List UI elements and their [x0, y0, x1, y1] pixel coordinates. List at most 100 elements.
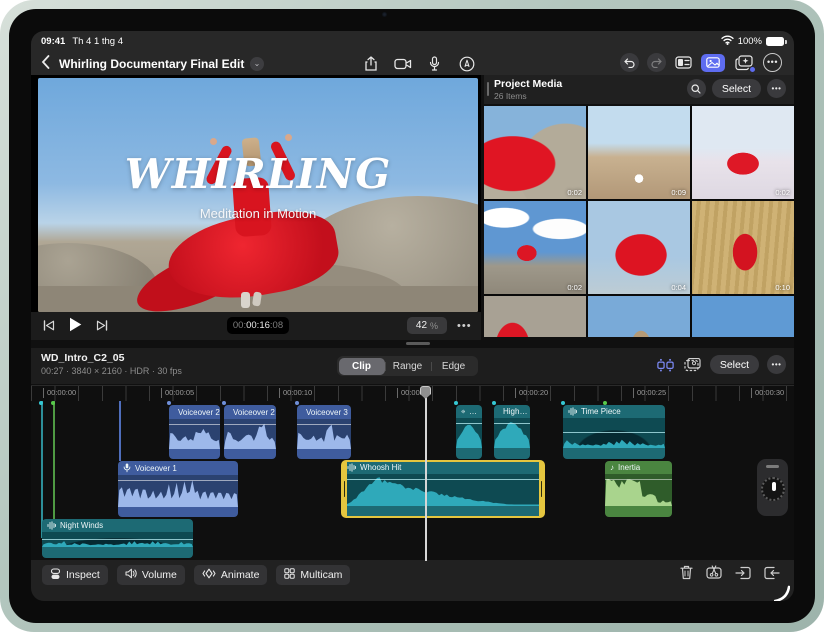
- clip-waveform-area: [494, 418, 530, 448]
- front-camera: [382, 12, 387, 17]
- timeline-clip-voiceover-2[interactable]: Voiceover 2: [169, 405, 220, 459]
- clip-waveform-area: [118, 475, 238, 507]
- media-thumbnail[interactable]: [692, 296, 794, 337]
- timeline-clip-voiceover-2[interactable]: Voiceover 2: [224, 405, 276, 459]
- bottom-toolbar: Inspect Volume Animate Multicam: [31, 560, 794, 601]
- dancer-hand: [210, 138, 217, 145]
- status-bar: 09:41 Th 4 1 thg 4 100%: [31, 31, 794, 51]
- timecode-hours: 00:: [232, 320, 247, 331]
- clip-connection-line: [41, 401, 43, 538]
- ruler-timecode: 00:00:20: [515, 388, 548, 398]
- edit-mode-clip[interactable]: Clip: [338, 357, 385, 375]
- edit-mode-range[interactable]: Range: [384, 358, 431, 375]
- timeline-more-icon[interactable]: •••: [767, 355, 786, 374]
- volume-button[interactable]: Volume: [116, 565, 185, 585]
- more-icon[interactable]: •••: [763, 53, 782, 72]
- timecode-main: 00:16: [246, 320, 270, 331]
- clip-label: Night Winds: [60, 521, 104, 530]
- jog-dial[interactable]: [760, 477, 785, 501]
- panel-resize-handle[interactable]: [406, 342, 430, 345]
- timeline-clip-time-piece[interactable]: Time Piece: [563, 405, 665, 459]
- clip-label: …: [469, 407, 477, 416]
- timecode-display[interactable]: 00: 00:16:08: [227, 317, 289, 334]
- timeline-clip-voiceover-1[interactable]: Voiceover 1: [118, 461, 238, 517]
- viewer-more-icon[interactable]: •••: [457, 320, 472, 332]
- share-icon[interactable]: [361, 54, 380, 73]
- insert-left-icon[interactable]: [735, 566, 751, 585]
- play-button[interactable]: [69, 317, 82, 337]
- split-clip-icon[interactable]: [706, 565, 722, 585]
- jog-pointer: [771, 482, 776, 491]
- skip-forward-icon[interactable]: [96, 318, 108, 336]
- panel-drag-handle[interactable]: [487, 82, 489, 96]
- timeline-ruler[interactable]: 00:00:00 00:00:05 00:00:10 00:00:15 00:00:20…: [31, 386, 794, 401]
- media-thumbnail[interactable]: 0:09: [588, 106, 690, 199]
- media-library-icon[interactable]: [701, 53, 725, 72]
- thumbnail-duration: 0:10: [775, 283, 790, 292]
- clip-waveform-area: [169, 419, 220, 449]
- clip-label: Voiceover 3: [306, 407, 348, 417]
- media-thumbnail[interactable]: [484, 296, 586, 337]
- insert-right-icon[interactable]: [764, 566, 780, 585]
- media-thumbnail[interactable]: 0:02: [484, 106, 586, 199]
- undo-icon[interactable]: [620, 53, 639, 72]
- timeline-clip-high-[interactable]: High…: [494, 405, 530, 459]
- browser-toggle-icon[interactable]: [674, 53, 693, 72]
- timeline-select-button[interactable]: Select: [709, 355, 759, 374]
- toolbar-right-icons: •••: [620, 53, 782, 72]
- bottom-left-buttons: Inspect Volume Animate Multicam: [42, 565, 351, 585]
- timecode-frames: :08: [269, 320, 284, 331]
- playback-bar: 00: 00:16:08 42 % •••: [31, 312, 481, 340]
- thumbnail-view-icon[interactable]: [683, 355, 702, 374]
- edit-mode-segmented-control: Clip Range Edge: [337, 356, 478, 376]
- dancer-leg: [241, 292, 250, 308]
- multicam-button[interactable]: Multicam: [276, 565, 351, 585]
- media-more-icon[interactable]: •••: [767, 79, 786, 98]
- project-title[interactable]: Whirling Documentary Final Edit: [59, 57, 244, 71]
- back-button[interactable]: [41, 55, 50, 72]
- media-thumbnail[interactable]: 0:10: [692, 201, 794, 294]
- video-viewer[interactable]: WHIRLING Meditation in Motion: [38, 78, 478, 312]
- video-subtitle-overlay: Meditation in Motion: [199, 206, 317, 221]
- clip-waveform-area: [42, 532, 193, 547]
- edit-mode-edge[interactable]: Edge: [430, 358, 477, 375]
- effects-icon[interactable]: [733, 53, 755, 72]
- media-thumbnail[interactable]: 0:04: [588, 201, 690, 294]
- media-select-button[interactable]: Select: [711, 79, 761, 98]
- search-icon[interactable]: [686, 79, 706, 98]
- animate-button[interactable]: Animate: [193, 565, 268, 585]
- inspect-button[interactable]: Inspect: [42, 565, 108, 585]
- clip-waveform-area: [456, 418, 482, 448]
- media-panel-header: Project Media 26 Items Select •••: [484, 75, 794, 104]
- timeline-clip-whoosh-hit[interactable]: Whoosh Hit: [341, 460, 545, 518]
- thumbnail-duration: 0:02: [775, 188, 790, 197]
- timeline-clip-inertia[interactable]: ♪ Inertia: [605, 461, 672, 517]
- jog-wheel[interactable]: [757, 459, 788, 516]
- corner-curl-indicator: [774, 585, 790, 601]
- timeline-clip--[interactable]: …: [456, 405, 482, 459]
- timeline-clip-voiceover-3[interactable]: Voiceover 3: [297, 405, 351, 459]
- clip-title-bar: Night Winds: [42, 519, 193, 532]
- media-thumbnail[interactable]: [588, 296, 690, 337]
- clip-waveform-area: [342, 474, 544, 506]
- redo-icon[interactable]: [647, 53, 666, 72]
- trim-handle-left[interactable]: [342, 461, 347, 517]
- clock: 09:41: [41, 36, 66, 47]
- viewer-zoom-control[interactable]: 42 %: [407, 317, 447, 334]
- zoom-value: 42: [415, 320, 428, 331]
- playhead-line[interactable]: [425, 390, 427, 561]
- trash-icon[interactable]: [680, 565, 693, 585]
- skip-back-icon[interactable]: [43, 318, 55, 336]
- trim-handle-right[interactable]: [539, 461, 544, 517]
- annotate-icon[interactable]: [457, 54, 476, 73]
- sparkle-clips-icon[interactable]: [656, 355, 675, 374]
- media-thumbnail[interactable]: 0:02: [692, 106, 794, 199]
- video-camera-icon[interactable]: [393, 54, 412, 73]
- timeline-clip-night-winds[interactable]: Night Winds: [42, 519, 193, 558]
- top-toolbar: Whirling Documentary Final Edit ⌄ •••: [31, 51, 794, 75]
- chevron-down-icon[interactable]: ⌄: [250, 57, 264, 71]
- thumbnail-duration: 0:04: [671, 283, 686, 292]
- media-thumbnail[interactable]: 0:02: [484, 201, 586, 294]
- mic-icon[interactable]: [425, 54, 444, 73]
- timeline-body[interactable]: 00:00:00 00:00:05 00:00:10 00:00:15 00:00:20…: [31, 385, 794, 561]
